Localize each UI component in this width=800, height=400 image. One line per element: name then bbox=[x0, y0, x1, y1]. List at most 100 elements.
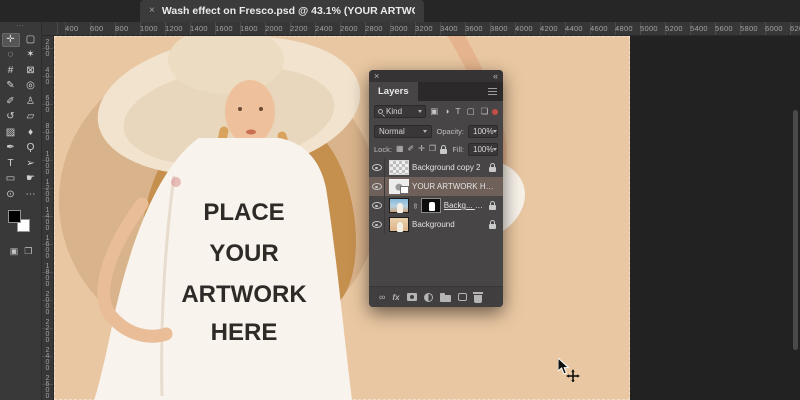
clone-stamp-tool[interactable]: ♙ bbox=[22, 95, 40, 109]
add-layer-mask-icon[interactable] bbox=[407, 293, 417, 301]
toolbar-grip[interactable]: ⋯ bbox=[0, 23, 41, 31]
opacity-select[interactable]: 100% bbox=[468, 125, 498, 138]
crop-tool[interactable]: # bbox=[2, 64, 20, 78]
move-tool[interactable]: ✛ bbox=[2, 33, 20, 47]
ruler-h-label: 1400 bbox=[190, 24, 208, 33]
fill-select[interactable]: 100% bbox=[468, 143, 498, 156]
ruler-h-label: 4600 bbox=[590, 24, 608, 33]
layer-row[interactable]: ∞ Backg... copy bbox=[369, 196, 503, 215]
lock-label: Lock: bbox=[374, 145, 392, 154]
marquee-tool[interactable]: ▢ bbox=[22, 33, 40, 47]
panel-collapse-icon[interactable]: « bbox=[493, 72, 498, 81]
layer-name[interactable]: Backg... copy bbox=[444, 201, 486, 210]
lock-position-icon[interactable]: ✛ bbox=[418, 145, 425, 153]
dodge-tool[interactable]: Ϙ bbox=[22, 141, 40, 155]
tab-close-icon[interactable]: × bbox=[149, 6, 155, 16]
eraser-tool[interactable]: ▱ bbox=[22, 110, 40, 124]
layer-name[interactable]: Background bbox=[412, 220, 486, 229]
ruler-v-label: 2200 bbox=[44, 319, 51, 343]
screen-mode-icon[interactable]: ❐ bbox=[24, 246, 32, 257]
opacity-value: 100% bbox=[473, 127, 493, 136]
lock-artboard-icon[interactable]: ❐ bbox=[429, 145, 436, 153]
layers-panel-tabs: Layers bbox=[369, 82, 503, 101]
new-layer-icon[interactable] bbox=[458, 293, 467, 301]
rectangle-tool[interactable]: ▭ bbox=[2, 172, 20, 186]
document-tab[interactable]: × Wash effect on Fresco.psd @ 43.1% (YOU… bbox=[140, 0, 424, 22]
ruler-h-label: 2200 bbox=[290, 24, 308, 33]
ruler-h-label: 4400 bbox=[565, 24, 583, 33]
adjustment-layer-icon[interactable] bbox=[424, 293, 433, 302]
lasso-tool[interactable]: ◌ bbox=[2, 48, 20, 62]
filter-type-layers-icon[interactable]: T bbox=[455, 107, 460, 116]
layer-visibility-toggle[interactable] bbox=[369, 158, 385, 177]
eye-icon bbox=[372, 202, 382, 209]
filter-kind-label: Kind bbox=[386, 107, 402, 116]
canvas-document[interactable]: PLACE YOUR ARTWORK HERE bbox=[54, 36, 630, 400]
link-layers-icon[interactable]: ∞ bbox=[379, 293, 385, 302]
fill-value: 100% bbox=[473, 145, 493, 154]
layer-visibility-toggle[interactable] bbox=[369, 215, 385, 234]
zoom-tool[interactable]: ⊙ bbox=[2, 188, 20, 202]
artwork-line-1: PLACE bbox=[203, 199, 284, 226]
filter-smart-objects-icon[interactable]: ❏ bbox=[481, 107, 489, 116]
filter-icons: ▣ ◑ T ▢ ❏ bbox=[430, 107, 488, 116]
hand-tool[interactable]: ☛ bbox=[22, 172, 40, 186]
layer-name[interactable]: Background copy 2 bbox=[412, 163, 486, 172]
gradient-tool[interactable]: ▨ bbox=[2, 126, 20, 140]
filter-shape-layers-icon[interactable]: ▢ bbox=[467, 107, 475, 116]
layer-list: Background copy 2 YOUR ARTWORK HERE ∞ Backg… bbox=[369, 158, 503, 234]
filter-kind-select[interactable]: Kind bbox=[374, 105, 426, 118]
layer-effects-icon[interactable]: fx bbox=[392, 293, 399, 302]
ruler-h-label: 2800 bbox=[365, 24, 383, 33]
layer-thumbnail[interactable] bbox=[389, 179, 409, 194]
ruler-h-label: 3600 bbox=[465, 24, 483, 33]
layer-visibility-toggle[interactable] bbox=[369, 196, 385, 215]
layer-thumbnail[interactable] bbox=[389, 198, 409, 213]
layer-row[interactable]: YOUR ARTWORK HERE bbox=[369, 177, 503, 196]
panel-menu-icon[interactable] bbox=[488, 88, 497, 95]
lock-pixels-icon[interactable]: ✐ bbox=[408, 145, 415, 153]
filter-adjustment-layers-icon[interactable]: ◑ bbox=[444, 107, 449, 116]
color-swatches bbox=[0, 210, 42, 240]
lock-transparency-icon[interactable]: ▦ bbox=[396, 145, 404, 153]
new-group-icon[interactable] bbox=[440, 295, 451, 302]
tools-panel: ⋯ ✛▢◌✶#⊠✎◎✐♙↺▱▨♦✒ϘT➢▭☛⊙⋯ ▣❐ bbox=[0, 22, 42, 400]
layer-mask-link-icon[interactable]: ∞ bbox=[411, 203, 419, 209]
foreground-color-swatch[interactable] bbox=[8, 210, 21, 223]
eyedropper-tool[interactable]: ✎ bbox=[2, 79, 20, 93]
brush-tool[interactable]: ✐ bbox=[2, 95, 20, 109]
panel-close-icon[interactable]: × bbox=[374, 72, 379, 81]
layer-row[interactable]: Background copy 2 bbox=[369, 158, 503, 177]
cursor-move-icon bbox=[568, 371, 578, 381]
layer-name[interactable]: YOUR ARTWORK HERE bbox=[412, 182, 498, 191]
blend-mode-select[interactable]: Normal bbox=[374, 125, 432, 138]
type-tool[interactable]: T bbox=[2, 157, 20, 171]
path-selection-tool[interactable]: ➢ bbox=[22, 157, 40, 171]
more-tools[interactable]: ⋯ bbox=[22, 188, 40, 202]
layer-lock-icon bbox=[489, 205, 496, 210]
layer-mask-thumbnail[interactable] bbox=[421, 198, 441, 213]
lock-icons: ▦ ✐✛ ❐ bbox=[396, 145, 436, 153]
magic-wand-tool[interactable]: ✶ bbox=[22, 48, 40, 62]
layer-thumbnail[interactable] bbox=[389, 160, 409, 175]
filter-pixel-layers-icon[interactable]: ▣ bbox=[430, 107, 438, 116]
blur-tool[interactable]: ♦ bbox=[22, 126, 40, 140]
lock-all-icon[interactable] bbox=[440, 149, 447, 154]
ruler-v-label: 400 bbox=[44, 67, 51, 85]
layer-thumbnail[interactable] bbox=[389, 217, 409, 232]
pen-tool[interactable]: ✒ bbox=[2, 141, 20, 155]
history-brush-tool[interactable]: ↺ bbox=[2, 110, 20, 124]
ruler-h-label: 5000 bbox=[640, 24, 658, 33]
layer-visibility-toggle[interactable] bbox=[369, 177, 385, 196]
ruler-h-label: 6200 bbox=[790, 24, 800, 33]
vertical-scrollbar[interactable] bbox=[793, 110, 798, 350]
healing-brush-tool[interactable]: ◎ bbox=[22, 79, 40, 93]
ruler-h-label: 4800 bbox=[615, 24, 633, 33]
frame-tool[interactable]: ⊠ bbox=[22, 64, 40, 78]
layer-row[interactable]: Background bbox=[369, 215, 503, 234]
quick-mask-icon[interactable]: ▣ bbox=[10, 246, 19, 257]
delete-layer-icon[interactable] bbox=[474, 295, 482, 303]
filter-toggle[interactable] bbox=[492, 109, 498, 115]
chevron-down-icon bbox=[493, 130, 497, 133]
tab-layers[interactable]: Layers bbox=[369, 82, 418, 101]
